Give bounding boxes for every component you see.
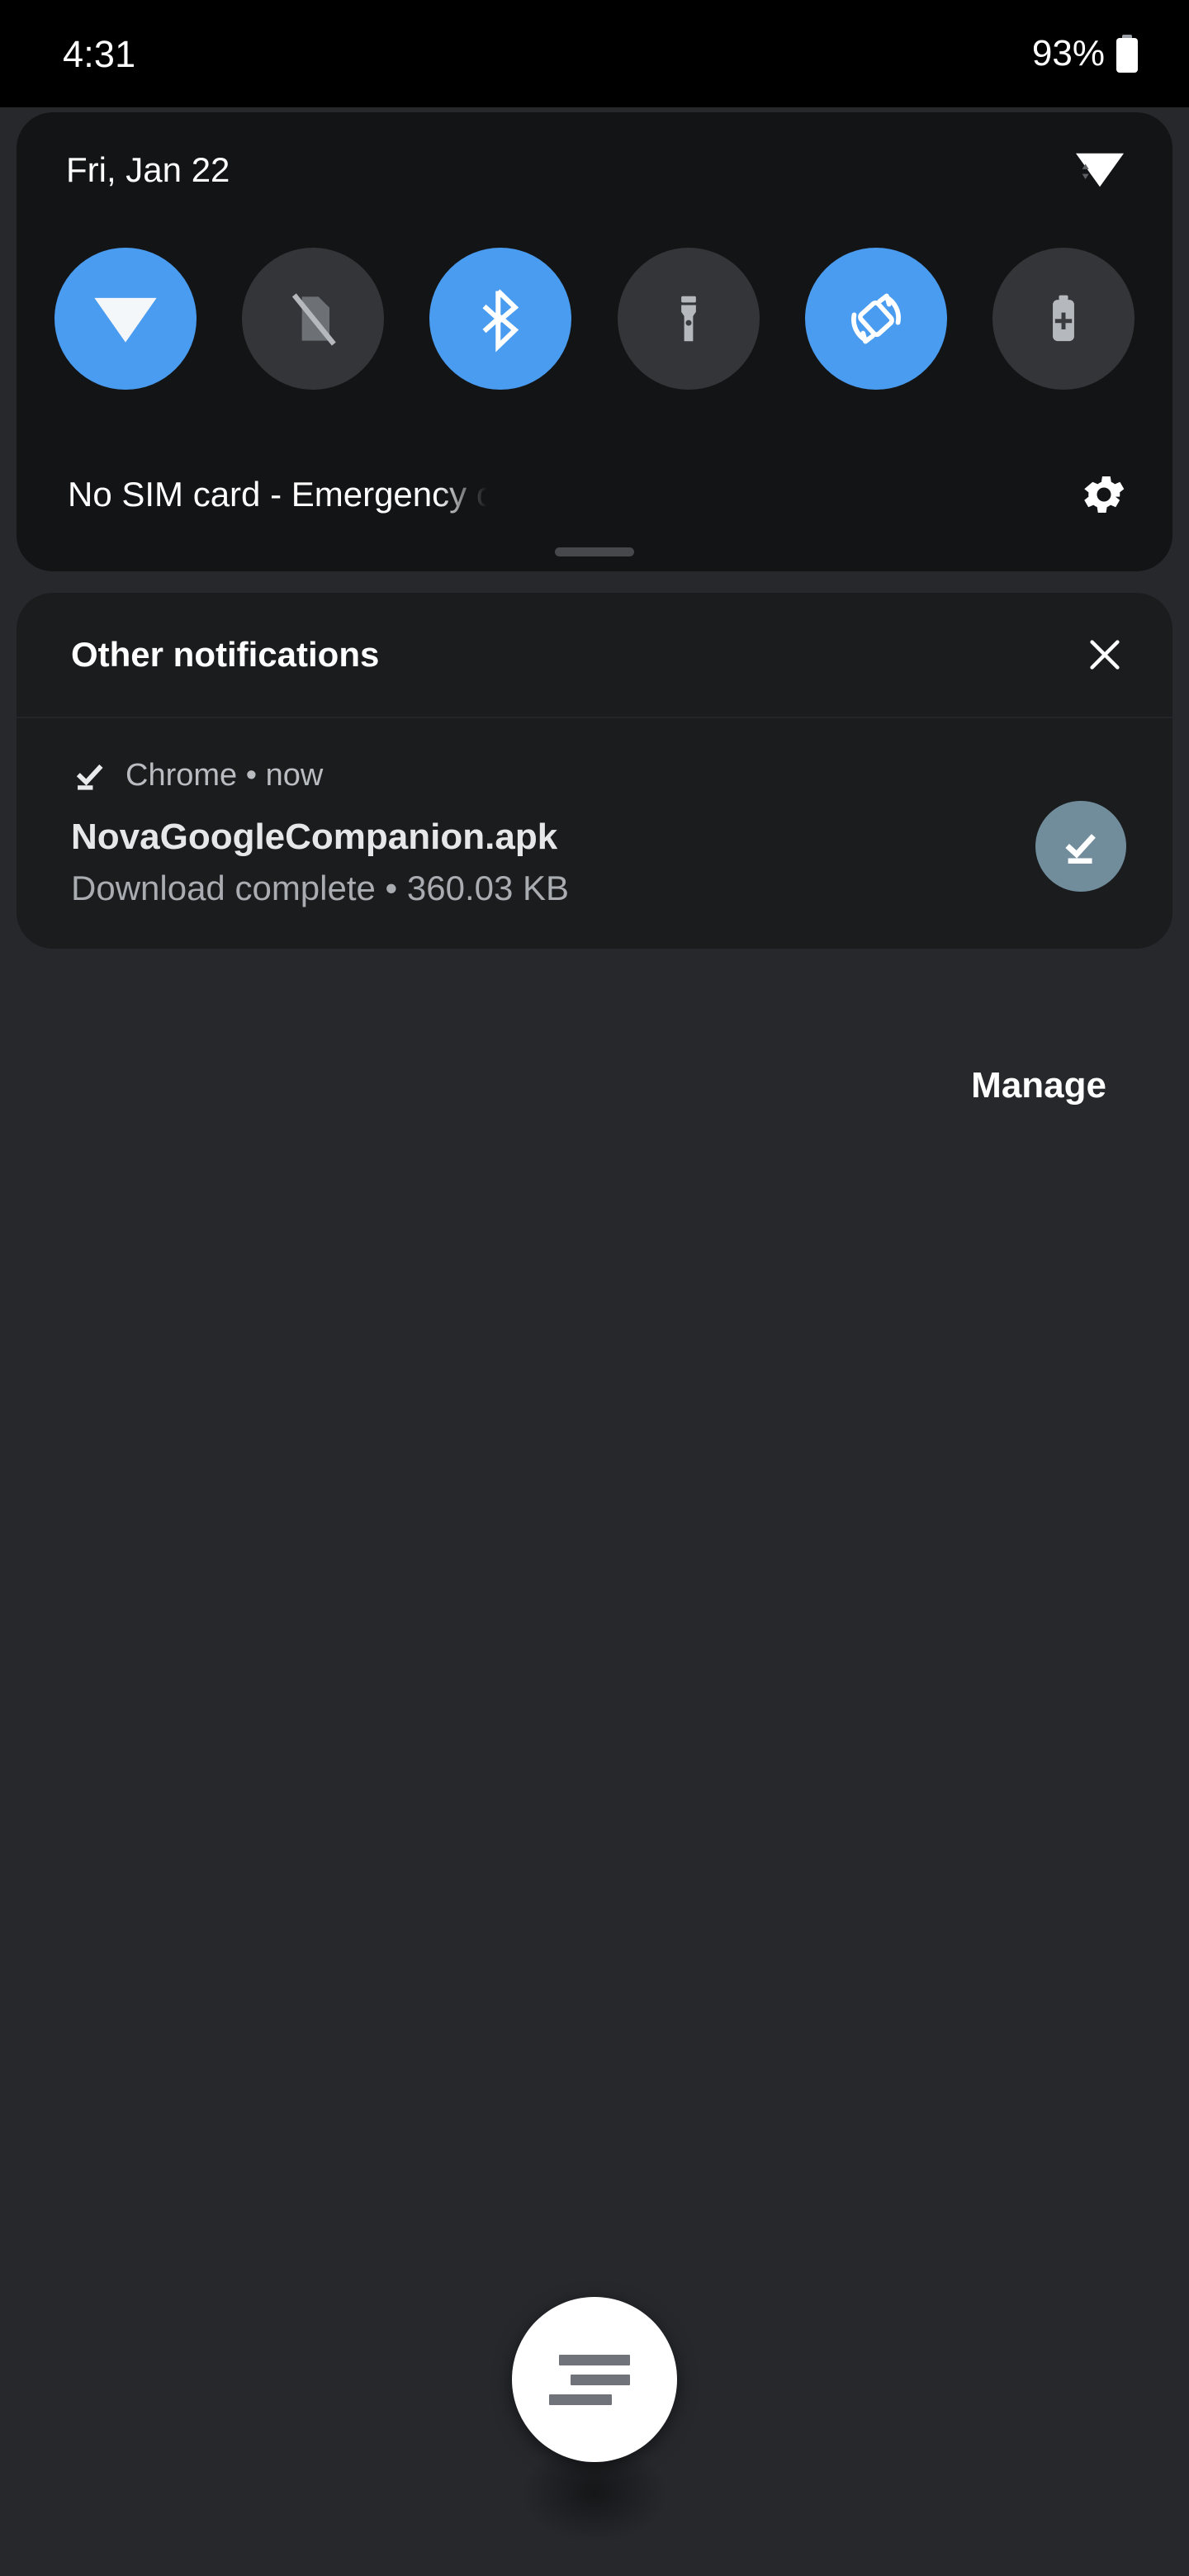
auto-rotate-icon — [850, 293, 901, 344]
gear-icon[interactable] — [1078, 469, 1130, 520]
notification-section-title: Other notifications — [71, 635, 380, 674]
status-bar: 4:31 93% — [0, 0, 1189, 107]
notification-shade: Other notifications Chrome • now NovaGoo… — [17, 593, 1172, 949]
quick-settings-header: Fri, Jan 22 — [17, 112, 1172, 228]
notification-avatar[interactable] — [1035, 801, 1126, 892]
battery-full-icon — [1116, 35, 1138, 73]
qs-tile-bluetooth[interactable] — [429, 248, 572, 390]
flashlight-icon — [680, 296, 696, 342]
quick-settings-tiles — [17, 228, 1172, 410]
notification-app-line: Chrome • now — [126, 758, 324, 793]
android-notification-shade: 4:31 93% Fri, Jan 22 No SIM card - Emerg… — [0, 0, 1189, 2576]
wifi-signal-icon — [1070, 146, 1130, 194]
qs-tile-battery-saver[interactable] — [992, 248, 1135, 390]
manage-button[interactable]: Manage — [971, 1068, 1106, 1104]
quick-settings-drag-handle[interactable] — [555, 547, 634, 556]
status-bar-right-cluster: 93% — [1032, 35, 1138, 73]
notification-item[interactable]: Chrome • now NovaGoogleCompanion.apk Dow… — [17, 718, 1172, 949]
qs-tile-mobile-data[interactable] — [242, 248, 385, 390]
battery-percent-label: 93% — [1031, 33, 1105, 73]
status-bar-clock: 4:31 — [63, 32, 136, 75]
notification-section-header: Other notifications — [17, 593, 1172, 718]
notification-subtitle: Download complete • 360.03 KB — [71, 868, 570, 907]
notification-body: NovaGoogleCompanion.apk Download complet… — [71, 816, 1130, 909]
qs-tile-wifi[interactable] — [54, 248, 197, 390]
wifi-icon — [94, 297, 157, 343]
manage-row: Manage — [0, 1068, 1189, 1104]
notification-fab-button[interactable] — [512, 2297, 677, 2462]
sim-off-icon — [292, 293, 336, 346]
notification-title: NovaGoogleCompanion.apk — [71, 817, 558, 857]
qs-tile-flashlight[interactable] — [617, 248, 760, 390]
menu-lines-icon — [549, 2354, 630, 2405]
close-icon[interactable] — [1082, 632, 1128, 678]
download-done-icon — [71, 756, 109, 794]
battery-saver-icon — [1052, 295, 1074, 342]
quick-settings-date: Fri, Jan 22 — [66, 150, 230, 189]
carrier-text-container: No SIM card - Emergency c — [68, 475, 494, 514]
download-done-icon — [1065, 834, 1096, 864]
notification-meta: Chrome • now — [71, 756, 1130, 794]
bluetooth-icon — [482, 289, 519, 353]
quick-settings-panel: Fri, Jan 22 No SIM card - Emergency c — [17, 112, 1172, 571]
qs-tile-auto-rotate[interactable] — [804, 248, 947, 390]
carrier-status-text: No SIM card - Emergency c — [68, 475, 494, 514]
